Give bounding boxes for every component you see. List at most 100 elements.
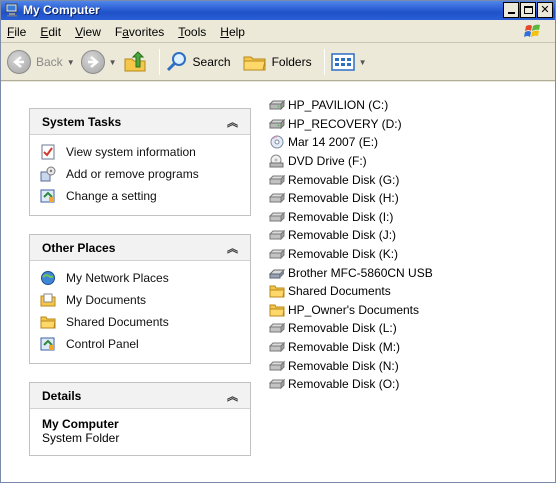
drive-label: HP_RECOVERY (D:) [288,116,402,131]
drive-item-removable-disk-o[interactable]: Removable Disk (O:) [269,375,549,394]
hard-disk-icon [269,118,285,130]
drive-label: Removable Disk (I:) [288,209,394,224]
drive-item-removable-disk-i[interactable]: Removable Disk (I:) [269,208,549,227]
window-title: My Computer [23,3,100,17]
collapse-chevron-icon[interactable]: ︽ [227,240,238,256]
place-label: Shared Documents [66,315,169,329]
task-view-system-information[interactable]: View system information [40,141,240,163]
other-places-header[interactable]: Other Places ︽ [30,235,250,261]
views-button[interactable]: ▼ [330,47,367,77]
views-dropdown-icon[interactable]: ▼ [359,58,367,67]
scanner-icon [269,269,285,279]
close-button[interactable]: ✕ [537,2,553,18]
drive-item-shared-documents[interactable]: Shared Documents [269,282,549,301]
toolbar-separator [158,49,160,75]
place-label: Control Panel [66,337,139,351]
removable-disk-icon [269,193,285,204]
task-change-a-setting[interactable]: Change a setting [40,185,240,207]
drive-label: HP_PAVILION (C:) [288,98,389,113]
drive-label: DVD Drive (F:) [288,154,367,169]
place-shared-documents[interactable]: Shared Documents [40,311,240,333]
add-remove-programs-icon [40,166,56,182]
drive-item-removable-disk-j[interactable]: Removable Disk (J:) [269,226,549,245]
back-dropdown-icon[interactable]: ▼ [67,58,75,67]
search-button[interactable]: Search [166,47,231,77]
forward-button[interactable]: ▼ [80,47,117,77]
drive-label: Removable Disk (L:) [288,321,397,336]
collapse-chevron-icon[interactable]: ︽ [227,388,238,404]
details-header[interactable]: Details ︽ [30,383,250,409]
toolbar-separator [323,49,325,75]
windows-logo-icon [519,22,547,42]
drive-item-hp-recovery-d[interactable]: HP_RECOVERY (D:) [269,115,549,134]
menu-edit[interactable]: Edit [40,25,61,39]
drive-label: Brother MFC-5860CN USB [288,265,433,280]
details-panel: Details ︽ My Computer System Folder [29,382,251,456]
collapse-chevron-icon[interactable]: ︽ [227,114,238,130]
other-places-panel: Other Places ︽ My Network Places My Docu… [29,234,251,364]
drive-label: Removable Disk (O:) [288,377,400,392]
removable-disk-icon [269,341,285,353]
task-add-remove-programs[interactable]: Add or remove programs [40,163,240,185]
drive-label: Mar 14 2007 (E:) [288,135,379,150]
menu-favorites[interactable]: Favorites [115,25,164,39]
place-control-panel[interactable]: Control Panel [40,333,240,355]
folders-button[interactable]: Folders [243,47,312,77]
menu-view[interactable]: View [75,25,101,39]
up-folder-button[interactable] [123,47,147,77]
details-name: My Computer [42,417,119,431]
folder-icon [269,285,285,298]
place-label: My Documents [66,293,147,307]
drive-item-removable-disk-g[interactable]: Removable Disk (G:) [269,170,549,189]
drive-list: HP_PAVILION (C:) HP_RECOVERY (D:) Mar 14 2… [269,96,549,394]
removable-disk-icon [269,174,285,185]
drive-item-removable-disk-l[interactable]: Removable Disk (L:) [269,319,549,338]
content-area: System Tasks ︽ View system information A… [1,82,555,482]
back-arrow-icon [7,50,31,74]
task-pane: System Tasks ︽ View system information A… [1,82,263,482]
place-my-documents[interactable]: My Documents [40,289,240,311]
my-computer-icon [5,3,18,17]
drive-item-dvd-drive-f[interactable]: DVD Drive (F:) [269,152,549,171]
folder-icon [40,316,56,329]
close-icon: ✕ [540,3,550,16]
folders-icon [243,56,266,71]
back-button[interactable]: Back ▼ [7,47,75,77]
task-label: View system information [66,145,196,159]
drive-item-removable-disk-n[interactable]: Removable Disk (N:) [269,356,549,375]
details-type: System Folder [42,431,120,445]
system-tasks-header[interactable]: System Tasks ︽ [30,109,250,135]
title-bar[interactable]: My Computer ✕ [1,1,555,20]
drive-item-hp-pavilion-c[interactable]: HP_PAVILION (C:) [269,96,549,115]
drive-item-removable-disk-k[interactable]: Removable Disk (K:) [269,245,549,264]
drive-item-removable-disk-m[interactable]: Removable Disk (M:) [269,338,549,357]
system-info-icon [41,144,55,160]
minimize-button[interactable] [503,2,519,18]
forward-arrow-icon [80,50,105,74]
views-icon [330,53,355,71]
removable-disk-icon [269,248,285,260]
drive-item-brother-mfc-5860cn-usb[interactable]: Brother MFC-5860CN USB [269,263,549,282]
back-label: Back [36,55,63,69]
drive-label: Removable Disk (G:) [288,172,400,187]
details-title: Details [42,388,82,403]
drive-item-hp-owner-s-documents[interactable]: HP_Owner's Documents [269,301,549,320]
place-my-network-places[interactable]: My Network Places [40,267,240,289]
menu-help[interactable]: Help [220,25,245,39]
control-panel-icon [40,337,55,351]
maximize-button[interactable] [520,2,536,18]
toolbar: Back ▼ ▼ Search Folders ▼ [1,44,555,81]
control-panel-icon [40,189,55,203]
system-tasks-panel: System Tasks ︽ View system information A… [29,108,251,216]
menu-tools[interactable]: Tools [178,25,206,39]
drive-label: Shared Documents [288,284,391,299]
removable-disk-icon [269,211,285,223]
drive-item-mar-14-2007-e[interactable]: Mar 14 2007 (E:) [269,133,549,152]
hard-disk-icon [269,100,285,111]
drive-item-removable-disk-h[interactable]: Removable Disk (H:) [269,189,549,208]
removable-disk-icon [269,378,285,390]
network-places-icon [41,271,55,285]
menu-file[interactable]: File [7,25,26,39]
forward-dropdown-icon[interactable]: ▼ [109,58,117,67]
task-label: Add or remove programs [66,167,199,181]
